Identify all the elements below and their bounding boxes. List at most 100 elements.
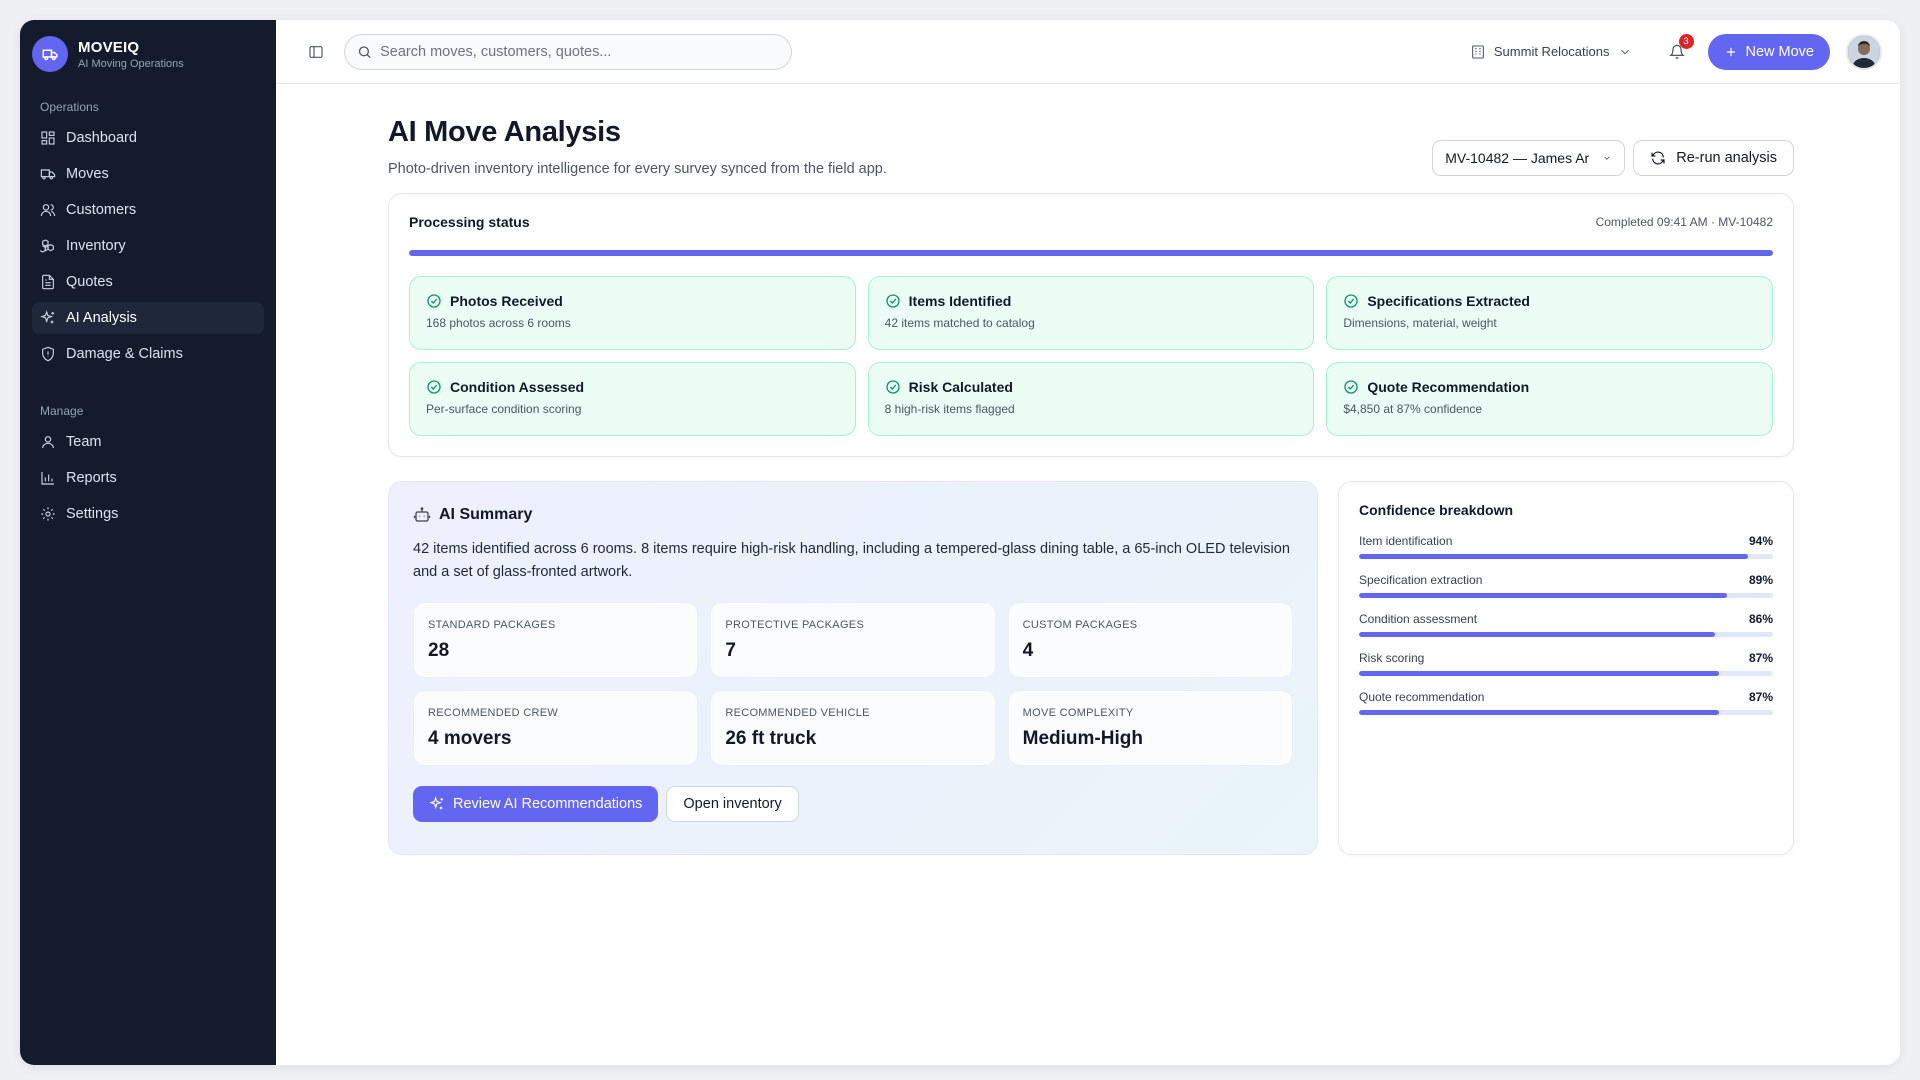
page-subtitle: Photo-driven inventory intelligence for … — [388, 161, 887, 177]
confidence-label: Condition assessment — [1359, 612, 1478, 626]
ai-summary-title: AI Summary — [439, 506, 533, 523]
search-icon — [358, 45, 371, 58]
nav-section-operations: Operations — [40, 100, 99, 114]
step-desc: Dimensions, material, weight — [1343, 316, 1497, 330]
truck-logo-icon — [32, 36, 68, 72]
processing-steps: Photos Received 168 photos across 6 room… — [409, 276, 1773, 436]
metric-recommended-crew: RECOMMENDED CREW 4 movers — [413, 690, 699, 766]
sidebar-item-customers[interactable]: Customers — [32, 194, 264, 226]
check-circle-icon — [427, 380, 441, 394]
refresh-icon — [1651, 151, 1665, 165]
sidebar-item-ai-analysis[interactable]: AI Analysis — [32, 302, 264, 334]
confidence-bar — [1359, 710, 1773, 715]
brand-subtitle: AI Moving Operations — [78, 57, 184, 70]
confidence-bar-fill — [1359, 593, 1728, 598]
org-name: Summit Relocations — [1493, 44, 1610, 59]
sidebar-item-label: AI Analysis — [66, 310, 137, 326]
avatar[interactable] — [1846, 33, 1882, 70]
confidence-label: Risk scoring — [1359, 651, 1425, 665]
check-circle-icon — [427, 294, 441, 308]
confidence-bar-fill — [1359, 671, 1720, 676]
sidebar: MOVEIQ AI Moving Operations Operations D… — [20, 20, 276, 1065]
building-icon — [1472, 44, 1484, 59]
processing-status-meta: Completed 09:41 AM · MV-10482 — [1595, 215, 1773, 229]
page-content: AI Move Analysis Photo-driven inventory … — [276, 84, 1900, 855]
metric-label: PROTECTIVE PACKAGES — [725, 619, 865, 631]
truck-icon — [40, 169, 56, 180]
user-icon — [42, 436, 54, 449]
confidence-bar — [1359, 671, 1773, 676]
step-title: Photos Received — [450, 293, 563, 309]
metric-move-complexity: MOVE COMPLEXITY Medium-High — [1007, 690, 1293, 766]
users-icon — [40, 204, 56, 217]
sidebar-toggle-button[interactable] — [304, 40, 328, 64]
confidence-row: Specification extraction 89% — [1359, 573, 1773, 598]
sidebar-item-damage-claims[interactable]: Damage & Claims — [32, 338, 264, 370]
metric-value: 7 — [725, 640, 736, 661]
move-select[interactable]: MV-10482 — James Ar — [1432, 140, 1626, 176]
confidence-row: Condition assessment 86% — [1359, 612, 1773, 637]
step-condition-assessed: Condition Assessed Per-surface condition… — [409, 362, 856, 436]
new-move-button[interactable]: New Move — [1707, 33, 1830, 70]
step-desc: $4,850 at 87% confidence — [1343, 402, 1483, 416]
metric-label: RECOMMENDED VEHICLE — [725, 707, 870, 719]
search-bar[interactable] — [344, 33, 792, 70]
chevron-down-icon — [1620, 49, 1629, 54]
summary-metrics: STANDARD PACKAGES 28 PROTECTIVE PACKAGES… — [413, 602, 1293, 766]
confidence-label: Specification extraction — [1359, 573, 1483, 587]
sidebar-item-label: Dashboard — [66, 130, 137, 146]
metric-value: 28 — [428, 640, 450, 661]
sidebar-item-label: Inventory — [66, 238, 126, 254]
confidence-row: Quote recommendation 87% — [1359, 690, 1773, 715]
confidence-bar — [1359, 593, 1773, 598]
search-input[interactable] — [380, 43, 779, 60]
processing-progress-fill — [409, 250, 1773, 256]
app-window: MOVEIQ AI Moving Operations Operations D… — [20, 20, 1900, 1065]
new-move-label: New Move — [1745, 43, 1815, 60]
ai-summary-text: 42 items identified across 6 rooms. 8 it… — [413, 541, 1290, 580]
metric-label: RECOMMENDED CREW — [428, 707, 559, 719]
processing-status-title: Processing status — [409, 214, 530, 230]
sidebar-item-settings[interactable]: Settings — [32, 498, 264, 530]
sidebar-item-label: Moves — [66, 166, 109, 182]
sidebar-item-quotes[interactable]: Quotes — [32, 266, 264, 298]
bar-chart-icon — [41, 472, 54, 485]
step-desc: Per-surface condition scoring — [426, 402, 582, 416]
metric-label: CUSTOM PACKAGES — [1022, 619, 1138, 631]
step-title: Risk Calculated — [908, 379, 1013, 395]
nav-section-manage: Manage — [40, 404, 84, 418]
confidence-pct: 87% — [1748, 690, 1773, 704]
confidence-pct: 89% — [1748, 573, 1773, 587]
confidence-bar — [1359, 554, 1773, 559]
sidebar-item-reports[interactable]: Reports — [32, 462, 264, 494]
sparkles-icon — [429, 796, 443, 810]
sidebar-toggle-icon — [309, 45, 323, 58]
confidence-rows: Item identification 94% Specification ext… — [1359, 534, 1773, 715]
check-circle-icon — [1344, 294, 1358, 308]
metric-label: STANDARD PACKAGES — [428, 619, 556, 631]
sidebar-item-dashboard[interactable]: Dashboard — [32, 122, 264, 154]
open-inventory-button[interactable]: Open inventory — [666, 786, 799, 822]
confidence-bar — [1359, 632, 1773, 637]
rerun-analysis-button[interactable]: Re-run analysis — [1633, 140, 1794, 176]
sidebar-item-inventory[interactable]: Inventory — [32, 230, 264, 262]
sidebar-item-moves[interactable]: Moves — [32, 158, 264, 190]
shield-icon — [42, 346, 54, 362]
step-desc: 8 high-risk items flagged — [884, 402, 1015, 416]
step-title: Items Identified — [908, 293, 1012, 309]
gear-icon — [41, 507, 55, 521]
step-title: Quote Recommendation — [1367, 379, 1530, 395]
brand[interactable]: MOVEIQ AI Moving Operations — [32, 36, 264, 72]
processing-progress-bar — [409, 250, 1773, 256]
sidebar-item-label: Reports — [66, 470, 117, 486]
confidence-breakdown-card: Confidence breakdown Item identification… — [1338, 481, 1794, 855]
review-ai-recommendations-button[interactable]: Review AI Recommendations — [413, 786, 659, 822]
notifications-button[interactable]: 3 — [1666, 33, 1694, 63]
confidence-bar-fill — [1359, 554, 1749, 559]
brand-name: MOVEIQ — [78, 38, 140, 56]
sidebar-item-team[interactable]: Team — [32, 426, 264, 458]
confidence-bar-fill — [1359, 632, 1716, 637]
step-photos-received: Photos Received 168 photos across 6 room… — [409, 276, 856, 350]
org-switcher[interactable]: Summit Relocations — [1470, 44, 1632, 60]
sidebar-item-label: Damage & Claims — [66, 346, 183, 362]
